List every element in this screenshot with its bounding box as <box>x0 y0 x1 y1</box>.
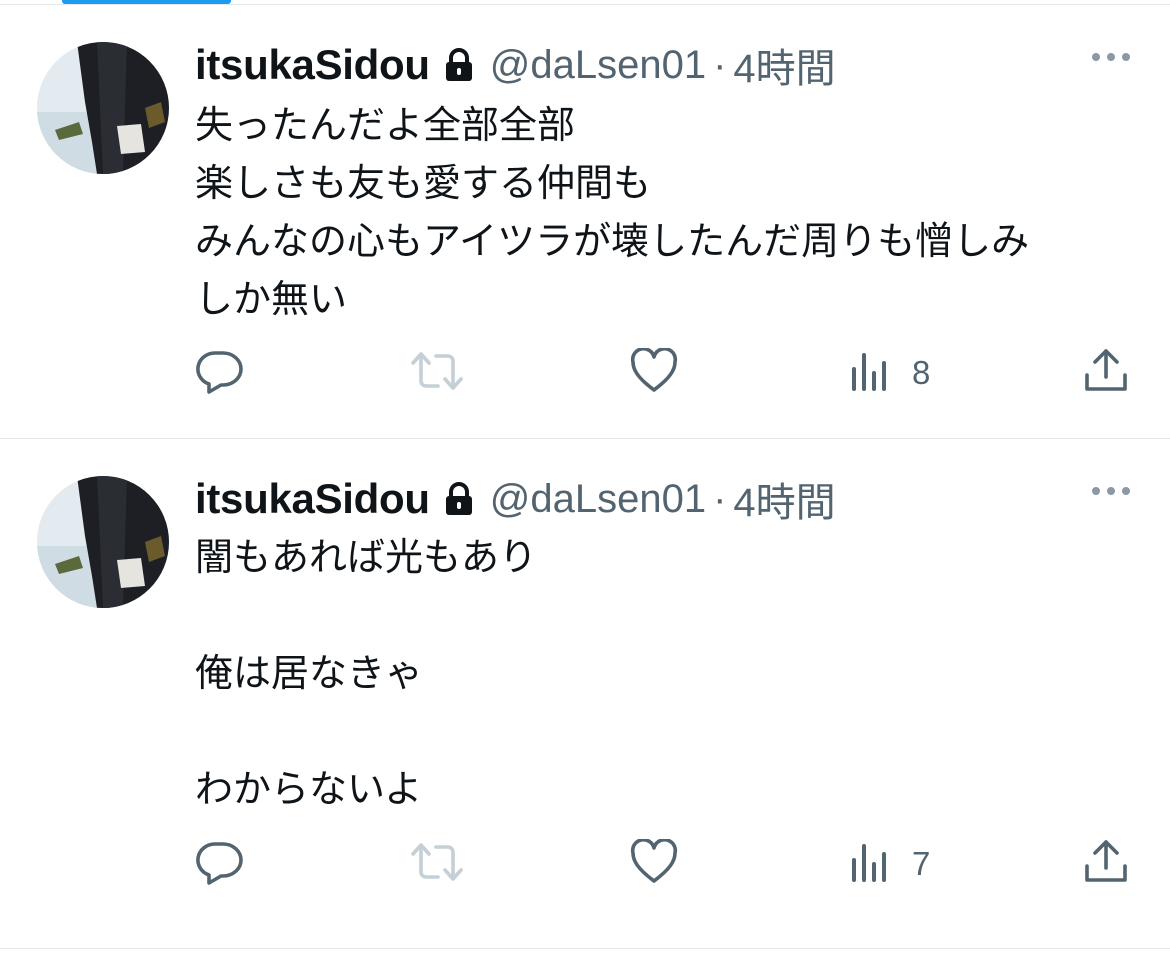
views-button[interactable]: 8 <box>848 345 930 401</box>
tweet-text: 失ったんだよ全部全部 楽しさも友も愛する仲間も みんなの心もアイツラが壊したんだ… <box>195 103 1030 321</box>
share-icon <box>1082 347 1130 399</box>
heart-icon <box>630 346 678 398</box>
more-dot <box>1122 53 1130 61</box>
more-dot <box>1092 487 1100 495</box>
tweet[interactable]: itsukaSidou @daLsen01 · 4時間 失ったんだよ全部全部 楽… <box>0 5 1170 439</box>
like-button[interactable] <box>630 836 678 892</box>
retweet-icon <box>410 838 464 890</box>
retweet-button[interactable] <box>410 836 464 892</box>
share-button[interactable] <box>1082 345 1130 401</box>
tweet-actions: 7 <box>0 836 1170 892</box>
more-dot <box>1092 53 1100 61</box>
reply-icon <box>195 838 243 890</box>
separator-dot: · <box>713 476 727 521</box>
tweet-header: itsukaSidou @daLsen01 · 4時間 <box>195 39 836 91</box>
tweet[interactable]: itsukaSidou @daLsen01 · 4時間 闇もあれば光もあり 俺は… <box>0 439 1170 949</box>
views-count: 8 <box>912 354 931 391</box>
avatar[interactable] <box>37 42 169 174</box>
more-dot <box>1122 487 1130 495</box>
views-button[interactable]: 7 <box>848 836 930 892</box>
display-name[interactable]: itsukaSidou <box>195 475 430 523</box>
lock-icon <box>444 482 474 516</box>
heart-icon <box>630 837 678 889</box>
tweet-text: 闇もあれば光もあり 俺は居なきゃ わからないよ <box>195 535 538 811</box>
views-icon <box>848 840 890 888</box>
more-options-icon[interactable] <box>1092 53 1130 61</box>
reply-button[interactable] <box>195 836 243 892</box>
avatar[interactable] <box>37 476 169 608</box>
more-dot <box>1107 53 1115 61</box>
lock-icon <box>444 48 474 82</box>
reply-icon <box>195 347 243 399</box>
tweet-actions: 8 <box>0 345 1170 401</box>
retweet-button[interactable] <box>410 345 464 401</box>
share-button[interactable] <box>1082 836 1130 892</box>
separator-dot: · <box>713 42 727 87</box>
timestamp[interactable]: 4時間 <box>733 36 835 94</box>
display-name[interactable]: itsukaSidou <box>195 41 430 89</box>
handle[interactable]: @daLsen01 <box>490 477 706 522</box>
tweet-header: itsukaSidou @daLsen01 · 4時間 <box>195 473 836 525</box>
views-count: 7 <box>912 845 931 882</box>
more-dot <box>1107 487 1115 495</box>
share-icon <box>1082 838 1130 890</box>
views-icon <box>848 349 890 397</box>
like-button[interactable] <box>630 345 678 401</box>
timestamp[interactable]: 4時間 <box>733 470 835 528</box>
handle[interactable]: @daLsen01 <box>490 43 706 88</box>
reply-button[interactable] <box>195 345 243 401</box>
more-options-icon[interactable] <box>1092 487 1130 495</box>
retweet-icon <box>410 347 464 399</box>
